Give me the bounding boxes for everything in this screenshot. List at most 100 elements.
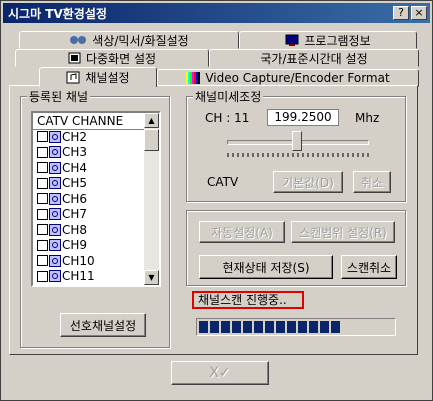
channel-checkbox[interactable] bbox=[37, 270, 48, 282]
scroll-thumb[interactable] bbox=[144, 129, 159, 151]
close-button[interactable]: × bbox=[411, 6, 427, 20]
channel-label: CH7 bbox=[62, 207, 88, 221]
settings-window: 시그마 TV환경설정 ? × 색상/믹서/화질설정 프로그램정보 다중화면 설정… bbox=[0, 0, 433, 401]
channel-rows: CH2CH3CH4CH5CH6CH7CH8CH9CH10CH11 CH12 bbox=[33, 129, 143, 285]
tab-multiscreen-label: 다중화면 설정 bbox=[85, 51, 157, 66]
progress-block bbox=[331, 321, 340, 333]
tab-channel-settings-label: 채널설정 bbox=[85, 71, 130, 85]
tab-country-timezone[interactable]: 국가/표준시간대 설정 bbox=[209, 49, 419, 67]
tab-color-mixer-label: 색상/믹서/화질설정 bbox=[92, 33, 189, 48]
auto-setup-button[interactable]: 자동설정(A) bbox=[199, 221, 285, 243]
slider-ticks bbox=[227, 153, 369, 157]
channel-label: CH11 bbox=[62, 269, 95, 283]
progress-block bbox=[232, 321, 241, 333]
channel-row[interactable]: CH4 bbox=[37, 160, 87, 175]
scan-group: 자동설정(A) 스캔범위 설정(R) 현재상태 저장(S) 스캔취소 bbox=[186, 210, 406, 286]
scan-cancel-button[interactable]: 스캔취소 bbox=[341, 255, 397, 279]
tab-program-info[interactable]: 프로그램정보 bbox=[239, 31, 417, 49]
scan-progress-bar bbox=[196, 318, 396, 336]
fine-tune-label: 채널미세조정 bbox=[193, 88, 264, 105]
band-label: CATV bbox=[207, 175, 239, 189]
antenna-icon bbox=[49, 208, 61, 220]
progress-block bbox=[254, 321, 263, 333]
scroll-up-icon[interactable]: ▲ bbox=[144, 113, 159, 128]
registered-channels-group: 등록된 채널 CATV CHANNE CH2 CH3 CH4 CH5 CH6 CH7 CH8… bbox=[20, 88, 170, 348]
fine-tune-cancel-button[interactable]: 취소 bbox=[353, 171, 391, 193]
antenna-icon bbox=[49, 239, 61, 251]
channel-row[interactable]: CH6 bbox=[37, 191, 87, 206]
antenna-icon bbox=[49, 270, 61, 282]
default-value-button[interactable]: 기본값(D) bbox=[273, 171, 343, 193]
channel-number-label: CH : 11 bbox=[205, 111, 250, 125]
channel-label: CH5 bbox=[62, 176, 88, 190]
channel-checkbox[interactable] bbox=[37, 177, 48, 189]
tab-country-timezone-label: 국가/표준시간대 설정 bbox=[260, 51, 368, 66]
channel-row[interactable]: CH7 bbox=[37, 207, 87, 222]
scroll-down-icon[interactable]: ▼ bbox=[144, 270, 159, 285]
glasses-icon bbox=[70, 36, 87, 44]
window-title: 시그마 TV환경설정 bbox=[8, 7, 107, 21]
tab-channel-settings[interactable]: 채널설정 bbox=[39, 67, 157, 87]
channel-row[interactable]: CH3 bbox=[37, 145, 87, 160]
channel-label: CH6 bbox=[62, 191, 88, 206]
scan-range-button[interactable]: 스캔범위 설정(R) bbox=[291, 221, 395, 243]
channel-checkbox[interactable] bbox=[37, 208, 48, 220]
monitor-icon bbox=[285, 34, 299, 46]
progress-block bbox=[298, 321, 307, 333]
channel-settings-panel: 등록된 채널 CATV CHANNE CH2 CH3 CH4 CH5 CH6 CH7 CH8… bbox=[9, 85, 418, 355]
fine-tune-group: 채널미세조정 CH : 11 199.2500 Mhz CATV 기본값(D) … bbox=[186, 88, 406, 202]
ok-button[interactable]: X✓ bbox=[171, 361, 269, 385]
frequency-field[interactable]: 199.2500 bbox=[267, 109, 339, 126]
frequency-unit-label: Mhz bbox=[355, 111, 380, 125]
channel-label: CH2 bbox=[62, 129, 88, 144]
antenna-icon bbox=[49, 146, 61, 158]
progress-block bbox=[287, 321, 296, 333]
help-button[interactable]: ? bbox=[393, 6, 409, 20]
channel-row[interactable]: CH10 bbox=[37, 253, 95, 268]
progress-block bbox=[210, 321, 219, 333]
progress-block bbox=[243, 321, 252, 333]
multiscreen-icon bbox=[68, 52, 81, 64]
channel-label: CH9 bbox=[62, 238, 88, 252]
tab-color-mixer[interactable]: 색상/믹서/화질설정 bbox=[19, 31, 239, 49]
note-icon bbox=[66, 71, 80, 84]
channel-checkbox[interactable] bbox=[37, 162, 48, 173]
channel-row[interactable]: CH11 bbox=[37, 269, 95, 284]
channel-label: CH8 bbox=[62, 222, 88, 237]
channel-checkbox[interactable] bbox=[37, 131, 48, 142]
channel-list-scrollbar[interactable]: ▲ ▼ bbox=[144, 113, 159, 285]
preferred-channel-button[interactable]: 선호채널설정 bbox=[60, 313, 146, 337]
channel-label: CH12 bbox=[62, 285, 95, 286]
antenna-icon bbox=[49, 254, 61, 267]
channel-checkbox[interactable] bbox=[37, 255, 48, 266]
progress-block bbox=[199, 321, 208, 333]
scan-status-text: 채널스캔 진행중.. bbox=[192, 291, 304, 309]
channel-row[interactable]: CH12 bbox=[37, 284, 95, 286]
antenna-icon bbox=[49, 177, 61, 189]
title-bar[interactable]: 시그마 TV환경설정 ? × bbox=[3, 3, 430, 23]
colorbars-icon bbox=[186, 72, 201, 84]
channel-checkbox[interactable] bbox=[37, 193, 48, 204]
save-state-button[interactable]: 현재상태 저장(S) bbox=[199, 255, 333, 279]
antenna-icon bbox=[49, 223, 61, 236]
fine-tune-slider-thumb[interactable] bbox=[292, 131, 302, 151]
channel-checkbox[interactable] bbox=[37, 239, 48, 251]
channel-row[interactable]: CH2 bbox=[37, 129, 87, 144]
tab-program-info-label: 프로그램정보 bbox=[304, 33, 371, 48]
antenna-icon bbox=[49, 130, 61, 143]
progress-block bbox=[221, 321, 230, 333]
channel-row[interactable]: CH9 bbox=[37, 238, 87, 253]
channel-row[interactable]: CH5 bbox=[37, 176, 87, 191]
channel-label: CH4 bbox=[62, 160, 88, 175]
channel-list-header: CATV CHANNE bbox=[33, 113, 147, 130]
progress-block bbox=[276, 321, 285, 333]
tab-video-capture-label: Video Capture/Encoder Format bbox=[205, 71, 390, 85]
channel-checkbox[interactable] bbox=[37, 146, 48, 158]
antenna-icon bbox=[49, 192, 61, 205]
registered-channels-label: 등록된 채널 bbox=[27, 88, 91, 105]
channel-list[interactable]: CATV CHANNE CH2 CH3 CH4 CH5 CH6 CH7 CH8 CH9 CH10… bbox=[31, 111, 161, 287]
scan-progress-fill bbox=[199, 321, 393, 333]
channel-checkbox[interactable] bbox=[37, 224, 48, 235]
channel-row[interactable]: CH8 bbox=[37, 222, 87, 237]
tab-multiscreen[interactable]: 다중화면 설정 bbox=[15, 49, 209, 67]
